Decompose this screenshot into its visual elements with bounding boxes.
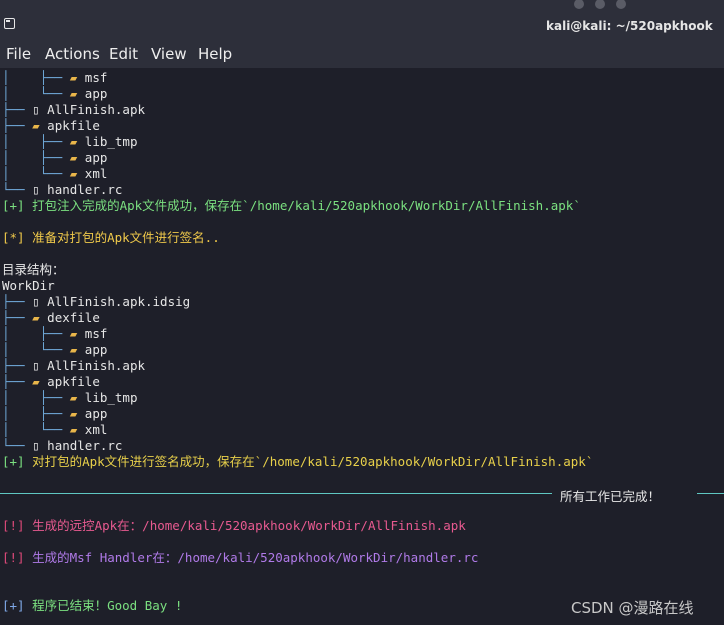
- remote-apk-line: [!] 生成的远控Apk在：/home/kali/520apkhook/Work…: [2, 518, 466, 533]
- folder-icon: ▰: [69, 150, 85, 165]
- tree2-line-idsig: ├── ▯ AllFinish.apk.idsig: [2, 294, 191, 309]
- file-icon: ▯: [32, 438, 48, 453]
- folder-icon: ▰: [69, 134, 85, 149]
- minimize-button[interactable]: [574, 0, 584, 9]
- tree-line-app2: │ ├── ▰ app: [2, 150, 108, 165]
- menu-file[interactable]: File: [6, 45, 31, 63]
- menu-view[interactable]: View: [151, 45, 187, 63]
- tree2-line-allfinish: ├── ▯ AllFinish.apk: [2, 358, 146, 373]
- file-icon: ▯: [32, 182, 48, 197]
- tree-line-msf: │ ├── ▰ msf: [2, 70, 108, 85]
- tree-line-xml: │ └── ▰ xml: [2, 166, 108, 181]
- folder-icon: ▰: [69, 86, 85, 101]
- file-icon: ▯: [32, 358, 48, 373]
- window-title: kali@kali: ~/520apkhook: [546, 19, 713, 33]
- folder-icon: ▰: [32, 118, 48, 133]
- tree2-line-msf: │ ├── ▰ msf: [2, 326, 108, 341]
- msf-handler-line: [!] 生成的Msf Handler在：/home/kali/520apkhoo…: [2, 550, 479, 565]
- folder-icon: ▰: [69, 166, 85, 181]
- tree-line-lib-tmp: │ ├── ▰ lib_tmp: [2, 134, 138, 149]
- csdn-watermark: CSDN @漫路在线: [571, 599, 694, 617]
- close-button[interactable]: [616, 0, 626, 9]
- folder-icon: ▰: [69, 390, 85, 405]
- folder-icon: ▰: [32, 374, 48, 389]
- title-bar: kali@kali: ~/520apkhook: [0, 0, 724, 40]
- tree2-line-apkfile: ├── ▰ apkfile: [2, 374, 100, 389]
- workdir-label: WorkDir: [2, 278, 55, 293]
- sign-prepare-line: [*] 准备对打包的Apk文件进行签名..: [2, 230, 220, 245]
- folder-icon: ▰: [69, 342, 85, 357]
- folder-icon: ▰: [69, 406, 85, 421]
- tree2-line-lib-tmp: │ ├── ▰ lib_tmp: [2, 390, 138, 405]
- tree-line-apkfile: ├── ▰ apkfile: [2, 118, 100, 133]
- tree-line-handler: └── ▯ handler.rc: [2, 182, 123, 197]
- tree2-line-xml: │ └── ▰ xml: [2, 422, 108, 437]
- tree2-line-app: │ └── ▰ app: [2, 342, 108, 357]
- menu-bar: File Actions Edit View Help: [0, 40, 724, 68]
- folder-icon: ▰: [69, 422, 85, 437]
- window-controls[interactable]: [574, 0, 637, 13]
- terminal-app-icon[interactable]: [4, 18, 15, 29]
- all-done-label: 所有工作已完成！: [560, 489, 661, 504]
- file-icon: ▯: [32, 102, 48, 117]
- pack-success-line: [+] 打包注入完成的Apk文件成功，保存在`/home/kali/520apk…: [2, 198, 581, 213]
- menu-actions[interactable]: Actions: [45, 45, 100, 63]
- folder-icon: ▰: [69, 70, 85, 85]
- tree2-line-app2: │ ├── ▰ app: [2, 406, 108, 421]
- sign-success-line: [+] 对打包的Apk文件进行签名成功，保存在`/home/kali/520ap…: [2, 454, 594, 469]
- tree2-line-handler: └── ▯ handler.rc: [2, 438, 123, 453]
- menu-edit[interactable]: Edit: [109, 45, 138, 63]
- tree2-line-dexfile: ├── ▰ dexfile: [2, 310, 100, 325]
- file-icon: ▯: [32, 294, 48, 309]
- folder-icon: ▰: [69, 326, 85, 341]
- terminal-output[interactable]: │ ├── ▰ msf │ └── ▰ app ├── ▯ AllFinish.…: [0, 68, 724, 625]
- program-end-line: [+] 程序已结束！Good Bay !: [2, 598, 183, 613]
- tree-line-allfinish: ├── ▯ AllFinish.apk: [2, 102, 146, 117]
- folder-icon: ▰: [32, 310, 48, 325]
- maximize-button[interactable]: [595, 0, 605, 9]
- tree-line-app: │ └── ▰ app: [2, 86, 108, 101]
- dir-structure-label: 目录结构：: [2, 262, 65, 277]
- menu-help[interactable]: Help: [198, 45, 232, 63]
